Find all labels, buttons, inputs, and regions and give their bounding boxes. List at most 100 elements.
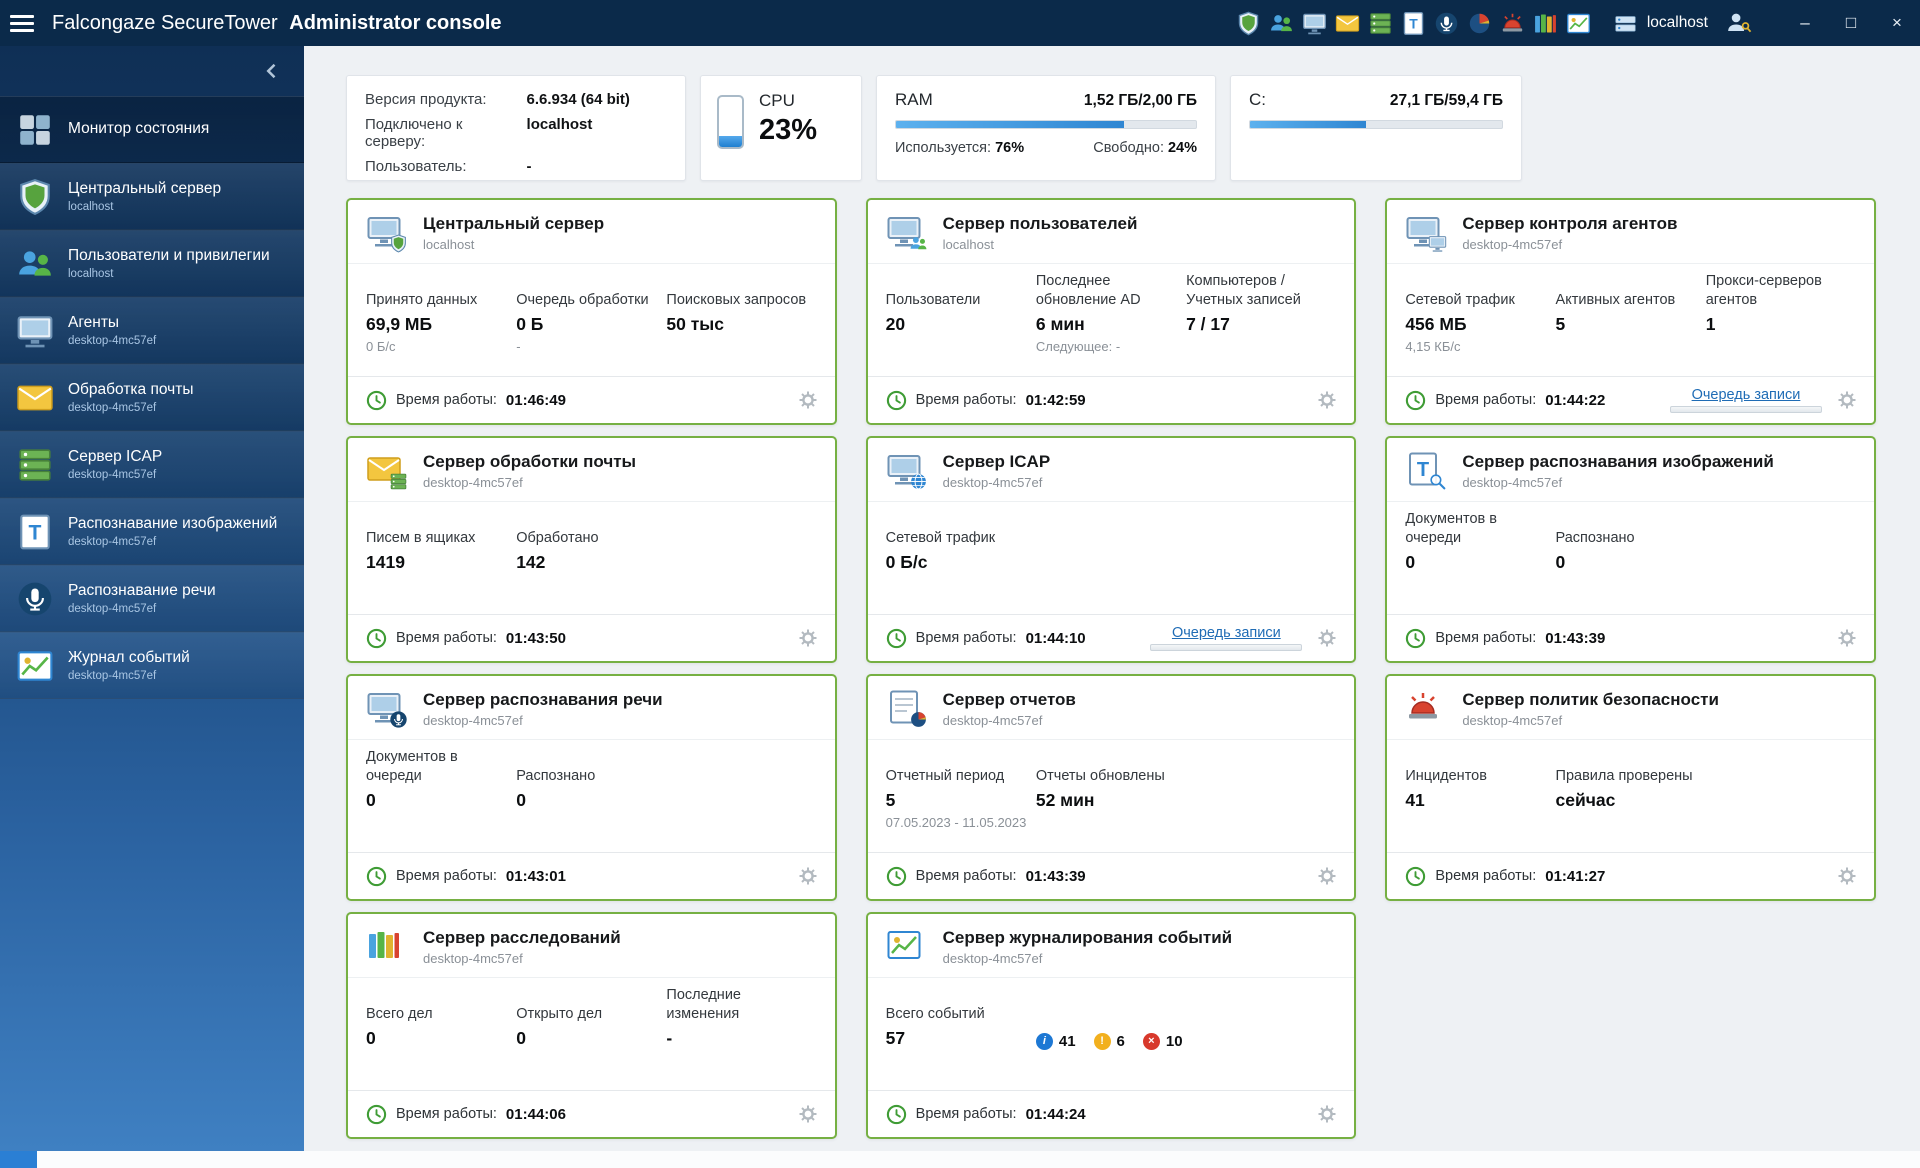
sidebar-item-label: Монитор состояния [68,120,210,138]
sidebar-collapse-button[interactable] [262,61,282,81]
toolbar-event-journal-icon[interactable] [1566,11,1591,36]
card-titles: Сервер контроля агентов desktop-4mc57ef [1462,214,1677,252]
card-settings-gear-icon[interactable] [793,385,823,415]
stat: Последнее обновление AD 6 мин Следующее: - [1036,268,1186,368]
card-settings-gear-icon[interactable] [1312,1099,1342,1129]
sidebar: Монитор состояния Центральный сервер local… [0,46,304,1151]
stat: Принято данных 69,9 МБ 0 Б/с [366,268,516,368]
card-settings-gear-icon[interactable] [793,861,823,891]
ram-progress-bar [895,120,1197,129]
toolbar-users-icon[interactable] [1269,11,1294,36]
icap-server-icon [886,451,928,491]
uptime-label: Время работы: [396,868,497,884]
card-settings-gear-icon[interactable] [1832,623,1862,653]
uptime-clock-icon [366,390,387,411]
status-monitor-icon [16,111,54,149]
uptime-clock-icon [886,628,907,649]
stat-label: Пользователи [885,291,981,308]
sidebar-item-status-monitor[interactable]: Монитор состояния [0,96,304,163]
card-titles: Сервер ICAP desktop-4mc57ef [943,452,1051,490]
event-journal-icon [16,647,54,685]
write-queue-link[interactable]: Очередь записи [1172,625,1281,641]
card-settings-gear-icon[interactable] [793,1099,823,1129]
toolbar-icap-icon[interactable] [1368,11,1393,36]
stat-label: Поисковых запросов [666,291,807,308]
stat-label: Распознано [516,767,596,784]
titlebar: Falcongaze SecureTower Administrator con… [0,0,1920,46]
server-card-users-server: Сервер пользователей localhost Пользовател… [865,198,1357,425]
user-connection-icon[interactable] [1726,10,1752,36]
central-server-icon [16,178,54,216]
card-settings-gear-icon[interactable] [1312,623,1342,653]
toolbar-mail-processing-icon[interactable] [1335,11,1360,36]
write-queue-link[interactable]: Очередь записи [1692,387,1801,403]
sidebar-item-central-server[interactable]: Центральный сервер localhost [0,163,304,230]
server-card-image-recognition-server: T Сервер распознавания изображений desktop… [1385,436,1876,663]
card-settings-gear-icon[interactable] [1832,385,1862,415]
hamburger-menu-icon[interactable] [10,6,44,40]
uptime-clock-icon [1405,390,1426,411]
stat: Прокси-серверов агентов 1 [1706,268,1856,368]
toolbar-investigations-icon[interactable] [1533,11,1558,36]
server-card-investigations-server: Сервер расследований desktop-4mc57ef Всего… [346,912,837,1139]
product-info-rows: Версия продукта: 6.6.934 (64 bit) Подключе… [365,91,667,175]
card-title: Сервер расследований [423,927,621,947]
sidebar-item-speech-recognition[interactable]: Распознавание речи desktop-4mc57ef [0,565,304,632]
toolbar-speech-recognition-icon[interactable] [1434,11,1459,36]
card-settings-gear-icon[interactable] [1832,861,1862,891]
card-footer: Время работы: 01:46:49 [348,376,835,423]
sidebar-item-host: desktop-4mc57ef [68,335,157,348]
stat-label: Отчеты обновлены [1035,767,1165,784]
card-settings-gear-icon[interactable] [1312,385,1342,415]
card-header: Сервер пользователей localhost [867,200,1355,264]
toolbar-security-policies-icon[interactable] [1500,11,1525,36]
card-header: Сервер журналирования событий desktop-4mc… [867,914,1355,978]
uptime-value: 01:44:24 [1025,1105,1086,1123]
toolbar-agents-icon[interactable] [1302,11,1327,36]
ram-card: RAM 1,52 ГБ/2,00 ГБ Используется: 76% Сво… [876,75,1216,181]
maximize-button[interactable]: □ [1828,0,1874,46]
uptime-label: Время работы: [915,868,1017,884]
uptime-value: 01:43:50 [505,629,566,647]
toolbar-central-server-icon[interactable] [1236,11,1261,36]
warning-badge: ! 6 [1093,1032,1125,1050]
image-recognition-icon: T [16,513,54,551]
stat-label: Очередь обработки [516,291,649,308]
stat: Отчетный период 5 07.05.2023 - 11.05.2023 [886,744,1036,844]
ram-used: Используется: 76% [895,140,1025,156]
card-settings-gear-icon[interactable] [1312,861,1342,891]
error-badge: × 10 [1142,1032,1183,1050]
uptime-value: 01:41:27 [1545,867,1606,885]
sidebar-item-event-journal[interactable]: Журнал событий desktop-4mc57ef [0,632,304,699]
sidebar-item-mail-processing[interactable]: Обработка почты desktop-4mc57ef [0,364,304,431]
server-selector[interactable]: localhost [1613,11,1708,36]
write-queue: Очередь записи [1150,625,1303,651]
sidebar-item-agents[interactable]: Агенты desktop-4mc57ef [0,297,304,364]
sidebar-item-host: desktop-4mc57ef [68,469,157,482]
card-stats: Документов в очереди 0 Распознано 0 [1387,502,1874,614]
stat: Последние изменения - [666,982,816,1082]
card-title: Сервер пользователей [942,213,1138,233]
agents-control-server-icon [1405,213,1447,253]
card-title: Сервер контроля агентов [1462,213,1678,233]
card-titles: Сервер распознавания изображений desktop-… [1462,452,1774,490]
minimize-button[interactable]: – [1782,0,1828,46]
stat-label: Отчетный период [885,767,1005,784]
sidebar-item-texts: Распознавание речи desktop-4mc57ef [68,582,216,616]
server-card-security-policies-server: Сервер политик безопасности desktop-4mc57… [1385,674,1876,901]
sidebar-item-icap-server[interactable]: Сервер ICAP desktop-4mc57ef [0,431,304,498]
card-footer-right [793,385,823,415]
card-settings-gear-icon[interactable] [793,623,823,653]
sidebar-item-users-privileges[interactable]: Пользователи и привилегии localhost [0,230,304,297]
card-header: T Сервер распознавания изображений desktop… [1387,438,1874,502]
taskbar-peek[interactable] [0,1151,37,1168]
stat: Сетевой трафик 0 Б/с [886,506,1036,606]
security-policies-server-icon [1405,689,1447,729]
sidebar-item-image-recognition[interactable]: T Распознавание изображений desktop-4mc57e… [0,498,304,565]
uptime-label: Время работы: [396,392,497,408]
toolbar-image-recognition-icon[interactable]: T [1401,11,1426,36]
toolbar-reports-icon[interactable] [1467,11,1492,36]
close-button[interactable]: × [1874,0,1920,46]
card-host: desktop-4mc57ef [423,951,523,967]
card-stats: Документов в очереди 0 Распознано 0 [348,740,835,852]
